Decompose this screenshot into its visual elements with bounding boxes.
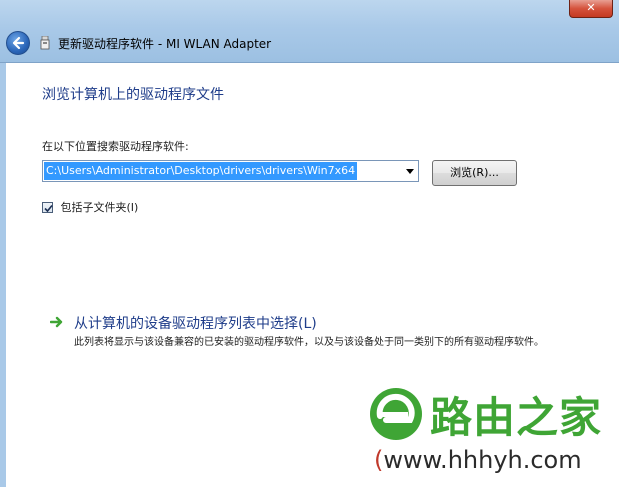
include-subfolders-label[interactable]: 包括子文件夹(I) xyxy=(61,199,139,215)
green-arrow-icon xyxy=(50,316,63,328)
close-icon: ✕ xyxy=(586,1,596,14)
device-icon xyxy=(40,36,50,50)
watermark-paren: ( xyxy=(374,446,384,474)
back-button[interactable] xyxy=(6,31,30,55)
path-input-value[interactable]: C:\Users\Administrator\Desktop\drivers\d… xyxy=(44,162,358,180)
router-home-logo-icon xyxy=(370,388,422,440)
include-subfolders-checkbox[interactable] xyxy=(42,201,53,213)
browse-button[interactable]: 浏览(R)... xyxy=(432,160,517,186)
path-combobox[interactable]: C:\Users\Administrator\Desktop\drivers\d… xyxy=(42,160,419,182)
driver-update-window: ✕ 更新驱动程序软件 - MI WLAN Adapter 浏览计算机上的驱动程序… xyxy=(0,0,619,487)
watermark-brand: 路由之家 xyxy=(430,393,603,442)
window-title: 更新驱动程序软件 - MI WLAN Adapter xyxy=(58,37,272,51)
page-heading: 浏览计算机上的驱动程序文件 xyxy=(42,87,224,103)
search-location-label: 在以下位置搜索驱动程序软件: xyxy=(42,140,189,153)
watermark-url: (www.hhhyh.com xyxy=(374,446,582,474)
back-arrow-icon xyxy=(12,36,25,50)
watermark-url-text: www.hhhyh.com xyxy=(383,446,582,474)
pick-from-list-description: 此列表将显示与该设备兼容的已安装的驱动程序软件，以及与该设备处于同一类别下的所有… xyxy=(74,337,544,348)
include-subfolders-row[interactable]: 包括子文件夹(I) xyxy=(42,199,139,215)
checkmark-icon xyxy=(44,204,53,212)
close-button[interactable]: ✕ xyxy=(569,0,613,18)
pick-from-list-link[interactable]: 从计算机的设备驱动程序列表中选择(L) xyxy=(74,313,317,333)
chevron-down-icon[interactable] xyxy=(406,169,414,174)
watermark: 路由之家 (www.hhhyh.com xyxy=(368,380,619,487)
title-bar: ✕ 更新驱动程序软件 - MI WLAN Adapter xyxy=(0,0,619,63)
